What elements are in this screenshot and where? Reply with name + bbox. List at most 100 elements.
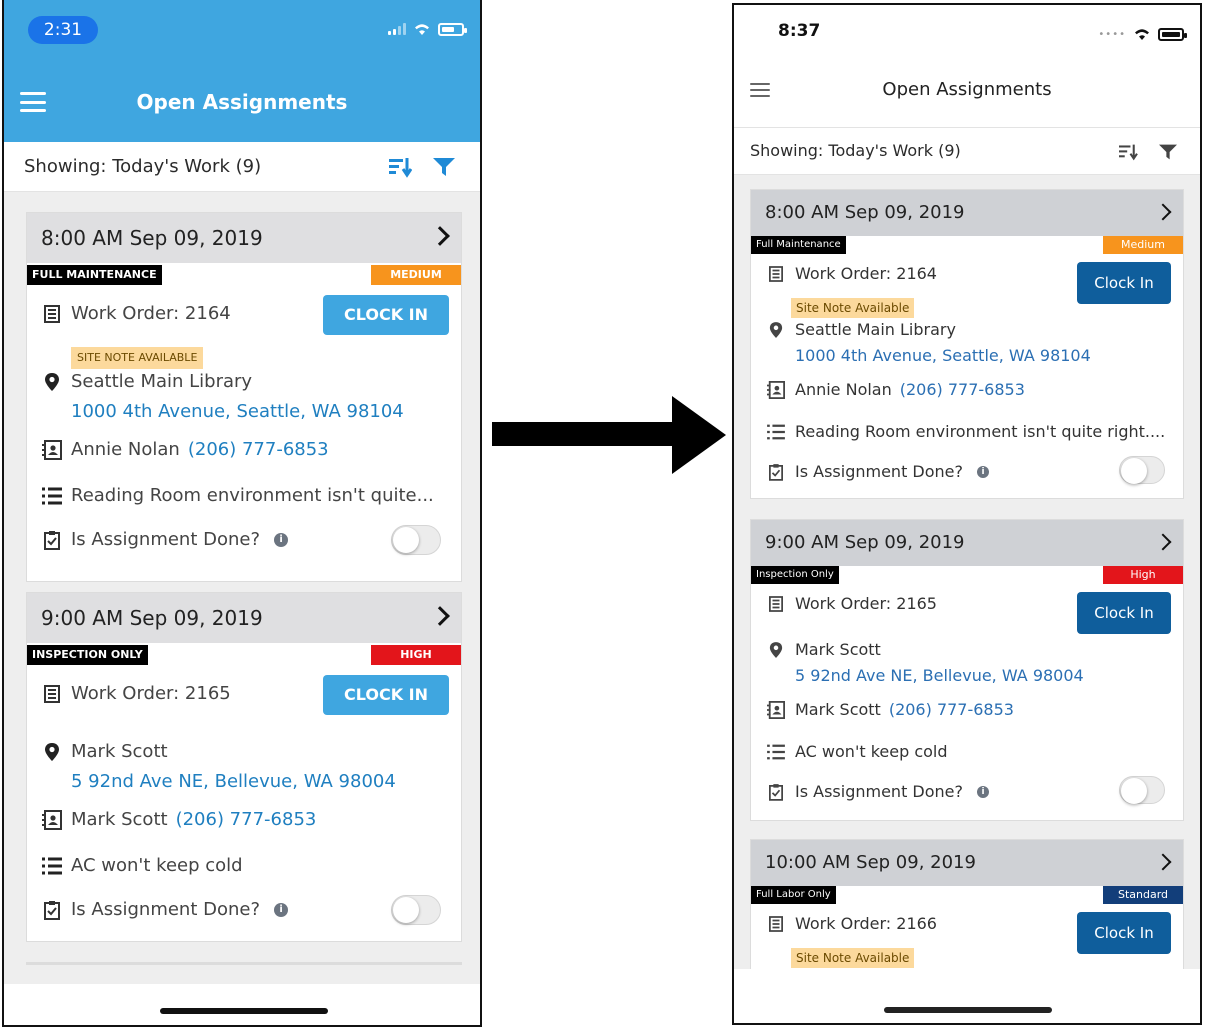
arrow-right-icon: [492, 396, 726, 474]
location-name: Mark Scott: [795, 640, 881, 659]
showing-bar: Showing: Today's Work (9): [734, 127, 1200, 175]
assignment-done-toggle[interactable]: [1119, 456, 1165, 484]
description-row: Reading Room environment isn't quite rig…: [765, 422, 1165, 441]
info-icon[interactable]: i: [977, 785, 990, 798]
assignment-datetime: 9:00 AM Sep 09, 2019: [765, 532, 965, 553]
clock-in-button[interactable]: Clock In: [1077, 912, 1171, 954]
card-header[interactable]: 9:00 AM Sep 09, 2019: [751, 520, 1183, 566]
assignment-done-toggle[interactable]: [391, 895, 441, 925]
done-row: Is Assignment Done? i: [765, 462, 990, 481]
status-bar: 2:31: [4, 0, 480, 50]
map-pin-icon: [765, 321, 787, 339]
assignment-description: AC won't keep cold: [795, 742, 948, 761]
done-row: Is Assignment Done? i: [41, 899, 289, 920]
chevron-right-icon[interactable]: [430, 606, 450, 626]
showing-label: Showing: Today's Work (9): [750, 141, 961, 160]
phone-link[interactable]: (206) 777-6853: [188, 439, 329, 460]
clock-in-button[interactable]: Clock In: [1077, 262, 1171, 304]
site-note-badge[interactable]: SITE NOTE AVAILABLE: [71, 347, 204, 369]
priority-badge: Medium: [1103, 236, 1183, 254]
description-row: Reading Room environment isn't quite...: [41, 485, 434, 506]
status-time: 2:31: [28, 16, 98, 44]
clipboard-check-icon: [765, 783, 787, 801]
battery-icon: [1158, 27, 1187, 41]
location-name: Seattle Main Library: [795, 320, 956, 339]
info-icon[interactable]: i: [274, 902, 289, 917]
phone-link[interactable]: (206) 777-6853: [889, 700, 1014, 719]
address-link[interactable]: 1000 4th Avenue, Seattle, WA 98104: [71, 401, 404, 422]
assignment-done-toggle[interactable]: [391, 525, 441, 555]
done-row: Is Assignment Done? i: [765, 782, 990, 801]
cellular-icon: [388, 23, 406, 35]
contact-row: Mark Scott (206) 777-6853: [41, 809, 316, 830]
showing-label: Showing: Today's Work (9): [24, 156, 262, 177]
app-header: 2:31 Open Assignments: [4, 0, 480, 142]
document-icon: [765, 915, 787, 932]
contact-card-icon: [41, 439, 63, 460]
assignment-card[interactable]: 10:00 AM Sep 09, 2019 Full Labor Only St…: [750, 839, 1184, 969]
sort-icon[interactable]: [388, 156, 412, 178]
done-label: Is Assignment Done?: [71, 899, 261, 920]
card-header[interactable]: 8:00 AM Sep 09, 2019: [751, 190, 1183, 236]
contact-row: Annie Nolan (206) 777-6853: [765, 380, 1025, 399]
priority-badge: High: [1103, 566, 1183, 584]
info-icon[interactable]: i: [977, 465, 990, 478]
right-phone-screen: 8:37 •••• Open Assignments Showing: Toda…: [732, 3, 1202, 1025]
filter-icon[interactable]: [432, 156, 456, 178]
document-icon: [765, 595, 787, 612]
sort-icon[interactable]: [1118, 143, 1138, 161]
filter-icon[interactable]: [1158, 143, 1178, 161]
assignment-card[interactable]: 8:00 AM Sep 09, 2019 Full Maintenance Me…: [750, 189, 1184, 499]
address-link[interactable]: 5 92nd Ave NE, Bellevue, WA 98004: [795, 666, 1084, 685]
list-icon: [41, 487, 63, 505]
address-link[interactable]: 1000 4th Avenue, Seattle, WA 98104: [795, 346, 1091, 365]
assignment-card[interactable]: 9:00 AM Sep 09, 2019 INSPECTION ONLY HIG…: [26, 592, 462, 942]
work-order-row: Work Order: 2165: [765, 594, 937, 613]
priority-badge: Standard: [1103, 886, 1183, 904]
chevron-right-icon[interactable]: [430, 226, 450, 246]
clock-in-button[interactable]: Clock In: [1077, 592, 1171, 634]
chevron-right-icon[interactable]: [1154, 203, 1172, 221]
wifi-icon: [1135, 29, 1149, 40]
priority-badge: MEDIUM: [371, 265, 461, 285]
work-order-label: Work Order: 2166: [795, 914, 937, 933]
assignment-datetime: 9:00 AM Sep 09, 2019: [41, 606, 263, 630]
document-icon: [41, 304, 63, 323]
done-label: Is Assignment Done?: [795, 782, 964, 801]
battery-icon: [438, 22, 467, 36]
card-header[interactable]: 10:00 AM Sep 09, 2019: [751, 840, 1183, 886]
list-icon: [765, 424, 787, 440]
card-header[interactable]: 9:00 AM Sep 09, 2019: [27, 593, 461, 643]
done-row: Is Assignment Done? i: [41, 529, 289, 550]
chevron-right-icon[interactable]: [1154, 533, 1172, 551]
work-order-label: Work Order: 2165: [71, 683, 231, 704]
address-link[interactable]: 5 92nd Ave NE, Bellevue, WA 98004: [71, 771, 396, 792]
assignment-card[interactable]: 9:00 AM Sep 09, 2019 Inspection Only Hig…: [750, 519, 1184, 821]
chevron-right-icon[interactable]: [1154, 853, 1172, 871]
site-note-badge[interactable]: Site Note Available: [791, 298, 915, 318]
work-order-label: Work Order: 2164: [795, 264, 937, 283]
work-order-row: Work Order: 2166: [765, 914, 937, 933]
assignment-description: AC won't keep cold: [71, 855, 243, 876]
card-header[interactable]: 8:00 AM Sep 09, 2019: [27, 213, 461, 263]
site-note-badge[interactable]: Site Note Available: [791, 948, 915, 968]
location-row: Mark Scott: [41, 741, 168, 762]
info-icon[interactable]: i: [274, 532, 289, 547]
work-order-label: Work Order: 2165: [795, 594, 937, 613]
assignment-type-tag: Full Maintenance: [751, 236, 846, 254]
phone-link[interactable]: (206) 777-6853: [176, 809, 317, 830]
contact-name: Mark Scott: [71, 809, 168, 830]
map-pin-icon: [765, 641, 787, 659]
assignment-card[interactable]: 8:00 AM Sep 09, 2019 FULL MAINTENANCE ME…: [26, 212, 462, 582]
next-card-edge: [26, 962, 462, 965]
clock-in-button[interactable]: CLOCK IN: [323, 295, 449, 335]
work-order-row: Work Order: 2164: [765, 264, 937, 283]
assignment-done-toggle[interactable]: [1119, 776, 1165, 804]
clock-in-button[interactable]: CLOCK IN: [323, 675, 449, 715]
clipboard-check-icon: [41, 900, 63, 920]
location-row: Seattle Main Library: [41, 371, 252, 392]
contact-card-icon: [765, 700, 787, 719]
page-title: Open Assignments: [136, 90, 348, 114]
phone-link[interactable]: (206) 777-6853: [900, 380, 1025, 399]
assignment-type-tag: Inspection Only: [751, 566, 839, 584]
